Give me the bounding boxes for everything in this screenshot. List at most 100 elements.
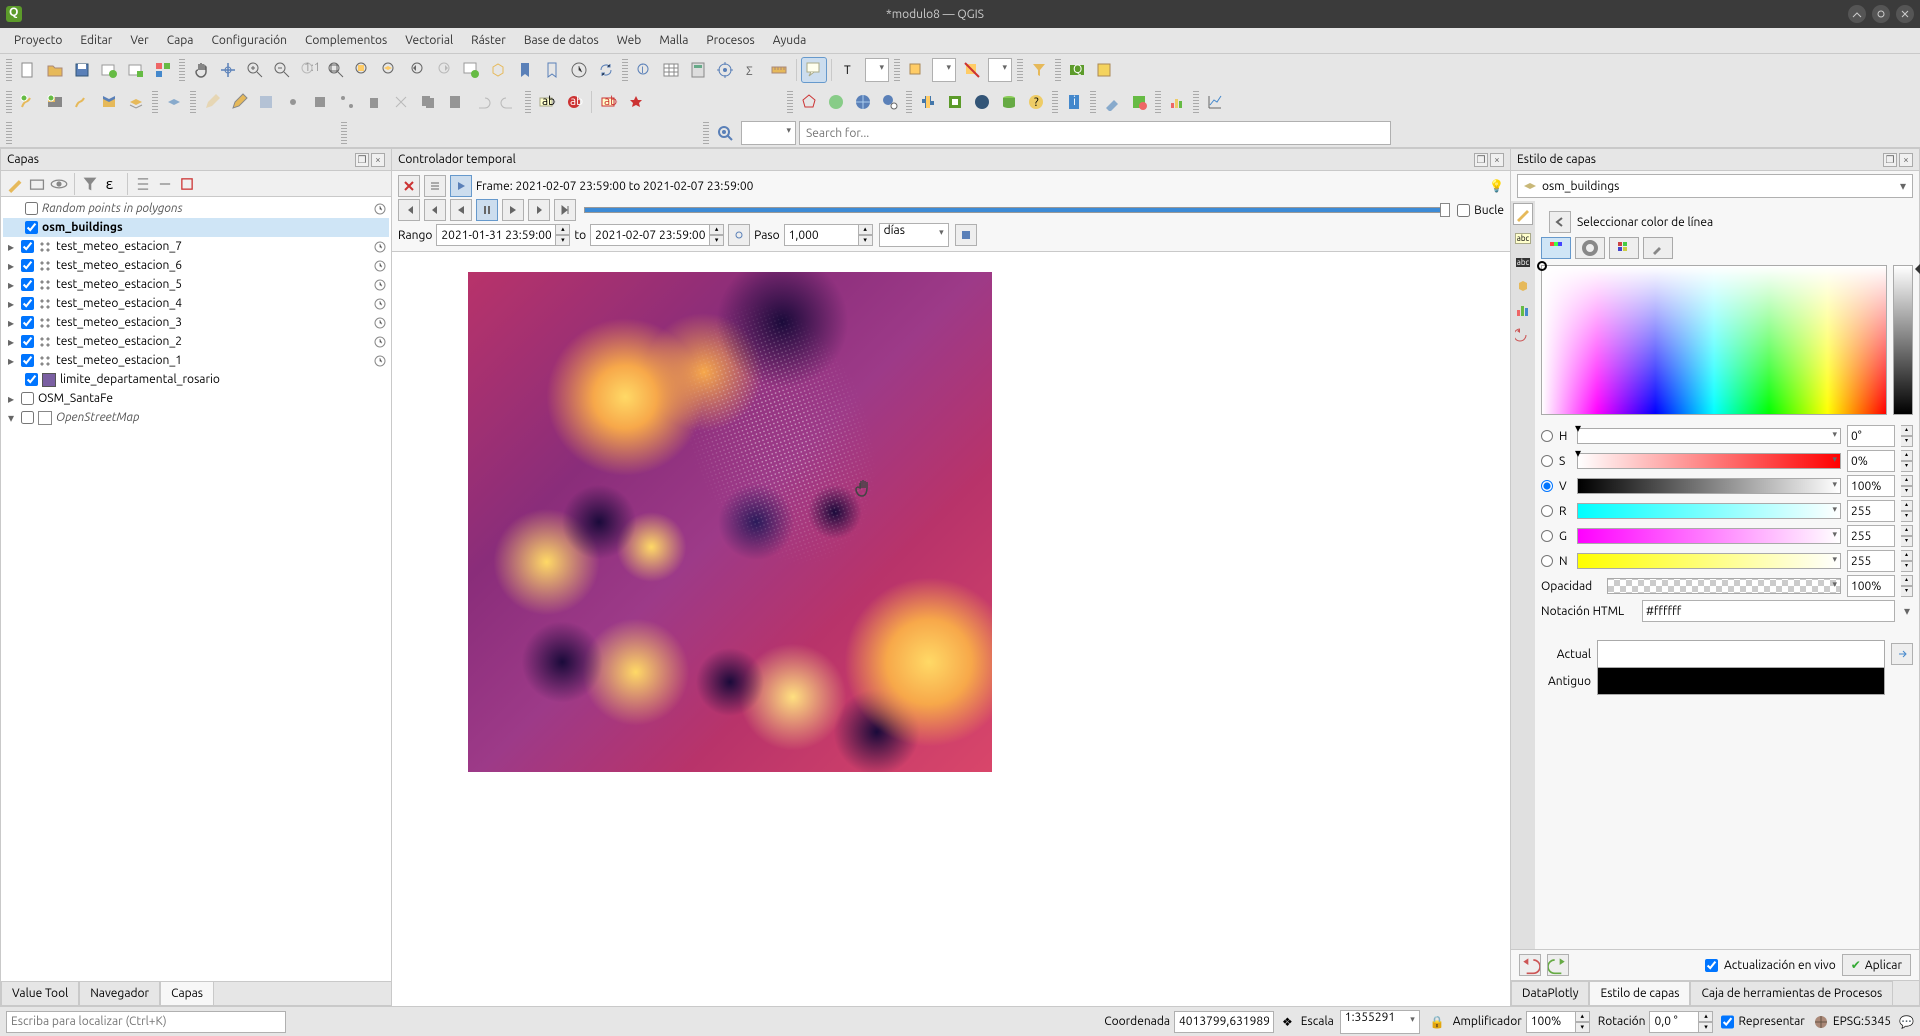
temporal-disable-button[interactable] — [398, 175, 420, 197]
select-mode-selector[interactable] — [932, 58, 956, 82]
plugin-manager-button[interactable] — [942, 89, 968, 115]
layer-row[interactable]: limite_departamental_rosario — [3, 370, 389, 389]
zoom-full-button[interactable] — [323, 57, 349, 83]
toolbar-grip[interactable] — [906, 91, 912, 113]
colormode-swatches[interactable] — [1609, 237, 1639, 259]
render-checkbox[interactable] — [1721, 1011, 1734, 1033]
expand-toggle[interactable]: ▸ — [5, 278, 17, 292]
toolbar-grip[interactable] — [1090, 91, 1096, 113]
param-b-input[interactable] — [1847, 550, 1895, 572]
zoom-layer-button[interactable] — [377, 57, 403, 83]
layer-visibility-checkbox[interactable] — [25, 202, 38, 215]
layer-add-group-button[interactable] — [27, 174, 47, 194]
coord-input[interactable] — [1174, 1011, 1274, 1033]
window-minimize-button[interactable] — [1848, 5, 1866, 23]
style-redo-button[interactable] — [1547, 954, 1569, 976]
layers-tree[interactable]: Random points in polygonsosm_buildings▸t… — [1, 197, 391, 981]
layer-style-button[interactable] — [5, 174, 25, 194]
temporal-pause-button[interactable] — [476, 199, 498, 221]
pan-to-selection-button[interactable] — [215, 57, 241, 83]
colormode-wheel[interactable] — [1575, 237, 1605, 259]
add-raster-layer-button[interactable] — [42, 89, 68, 115]
toolbar-grip[interactable] — [622, 59, 628, 81]
color-swatch[interactable] — [1541, 265, 1887, 415]
pan-map-button[interactable] — [188, 57, 214, 83]
param-h-bar[interactable]: ▾ — [1577, 428, 1841, 444]
toolbar-grip[interactable] — [6, 122, 12, 144]
style-tab-symbology[interactable] — [1513, 203, 1533, 225]
map-canvas[interactable] — [392, 252, 1510, 1006]
toolbar-grip[interactable] — [341, 122, 347, 144]
colormode-picker[interactable] — [1643, 237, 1673, 259]
add-vector-layer-button[interactable] — [15, 89, 41, 115]
deselect-mode-selector[interactable] — [988, 58, 1012, 82]
temporal-save-button[interactable] — [955, 224, 977, 246]
menu-editar[interactable]: Editar — [72, 31, 120, 50]
style-tab-history[interactable] — [1513, 323, 1533, 345]
layer-visibility-checkbox[interactable] — [21, 259, 34, 272]
param-v-radio[interactable] — [1541, 480, 1553, 492]
toolbar-grip[interactable] — [894, 59, 900, 81]
live-update-checkbox[interactable] — [1705, 959, 1718, 972]
temporal-undock-button[interactable]: ❐ — [1474, 153, 1488, 167]
temporal-prev-button[interactable] — [424, 199, 446, 221]
layer-row[interactable]: ▸test_meteo_estacion_3 — [3, 313, 389, 332]
temporal-start-input[interactable]: ▴▾ — [436, 224, 570, 246]
help-icon-button[interactable]: ? — [1023, 89, 1049, 115]
style-tab-masks[interactable]: abc — [1513, 251, 1533, 273]
field-calculator-button[interactable] — [685, 57, 711, 83]
layer-visibility-checkbox[interactable] — [21, 297, 34, 310]
temporal-controller-button[interactable] — [566, 57, 592, 83]
toolbar-grip[interactable] — [1155, 91, 1161, 113]
new-project-button[interactable] — [15, 57, 41, 83]
toolbar-grip[interactable] — [6, 59, 12, 81]
layer-filter-button[interactable] — [80, 174, 100, 194]
toolbox-button[interactable] — [712, 57, 738, 83]
new-map-view-button[interactable] — [458, 57, 484, 83]
zoom-out-button[interactable] — [269, 57, 295, 83]
layer-row[interactable]: ▸test_meteo_estacion_7 — [3, 237, 389, 256]
zoom-in-button[interactable] — [242, 57, 268, 83]
plugin-icon-button[interactable]: Q — [1064, 57, 1090, 83]
toggle-editing-button[interactable] — [226, 89, 252, 115]
toolbar-grip[interactable] — [703, 122, 709, 144]
layer-visibility-checkbox[interactable] — [21, 316, 34, 329]
new-shapefile-button[interactable] — [123, 89, 149, 115]
toolbar-grip[interactable] — [179, 59, 185, 81]
param-r-input[interactable] — [1847, 500, 1895, 522]
param-b-bar[interactable] — [1577, 553, 1841, 569]
layer-visibility-checkbox[interactable] — [21, 240, 34, 253]
open-project-button[interactable] — [42, 57, 68, 83]
style-undock-button[interactable]: ❐ — [1883, 153, 1897, 167]
param-r-bar[interactable] — [1577, 503, 1841, 519]
globe-icon-button[interactable] — [850, 89, 876, 115]
temporal-unit-selector[interactable]: días — [879, 223, 949, 247]
param-r-radio[interactable] — [1541, 505, 1553, 517]
colormode-box[interactable] — [1541, 237, 1571, 259]
lock-icon[interactable]: 🔒 — [1430, 1015, 1445, 1029]
edit-script-button[interactable] — [1099, 89, 1125, 115]
layer-expand-button[interactable] — [133, 174, 153, 194]
layer-row[interactable]: ▾OpenStreetMap — [3, 408, 389, 427]
show-bookmarks-button[interactable] — [539, 57, 565, 83]
layer-visibility-checkbox[interactable] — [25, 221, 38, 234]
toolbar-grip[interactable] — [1017, 59, 1023, 81]
layer-visibility-checkbox[interactable] — [21, 354, 34, 367]
menu-procesos[interactable]: Procesos — [698, 31, 762, 50]
param-b-radio[interactable] — [1541, 555, 1553, 567]
layer-row[interactable]: ▸test_meteo_estacion_6 — [3, 256, 389, 275]
param-h-radio[interactable] — [1541, 430, 1553, 442]
expand-toggle[interactable]: ▸ — [5, 316, 17, 330]
layer-visibility-checkbox[interactable] — [21, 335, 34, 348]
new-bookmark-button[interactable] — [512, 57, 538, 83]
identify-button[interactable]: i — [631, 57, 657, 83]
tab-dataplotly[interactable]: DataPlotly — [1511, 981, 1589, 1005]
label-rule-button[interactable]: abc — [561, 89, 587, 115]
param-s-bar[interactable]: ▾ — [1577, 453, 1841, 469]
extents-icon[interactable]: ❖ — [1282, 1015, 1293, 1029]
menu-configuracion[interactable]: Configuración — [203, 31, 295, 50]
new-virtual-layer-button[interactable] — [161, 89, 187, 115]
layer-visibility-checkbox[interactable] — [25, 373, 38, 386]
temporal-animate-button[interactable] — [450, 175, 472, 197]
temporal-slider-thumb[interactable] — [1440, 203, 1450, 217]
